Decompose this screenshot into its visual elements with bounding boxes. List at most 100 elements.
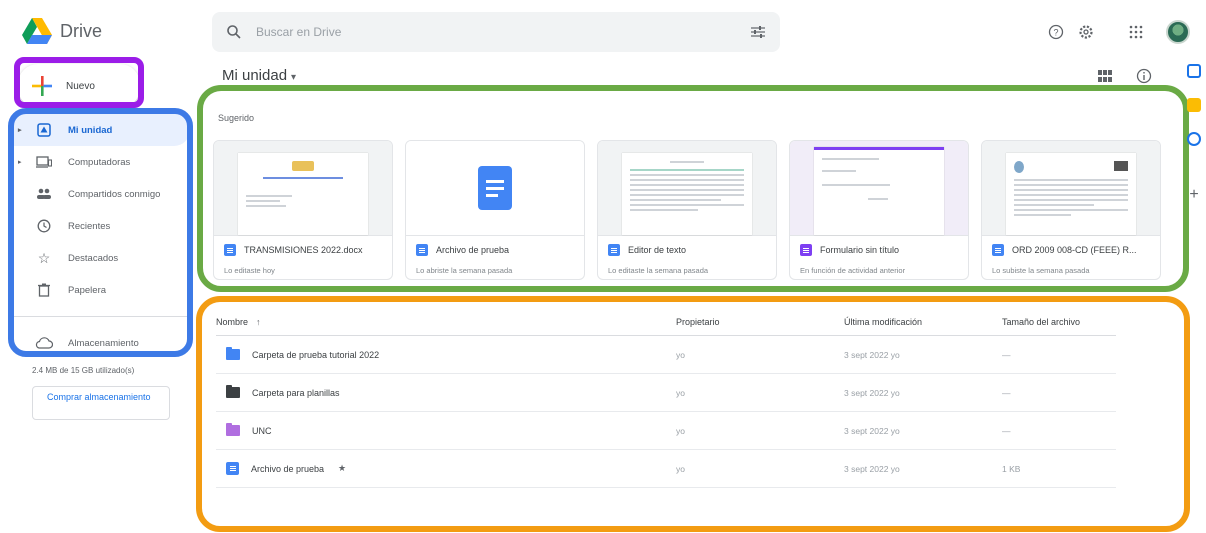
- sidebar-divider: [14, 316, 190, 317]
- folder-icon: [226, 385, 240, 398]
- file-list-header: Nombre ↑ Propietario Última modificación …: [216, 308, 1116, 336]
- view-controls: [1098, 68, 1152, 84]
- sidebar-item-label: Compartidos conmigo: [68, 188, 161, 200]
- sidebar-item-label: Recientes: [68, 220, 111, 232]
- suggested-card[interactable]: TRANSMISIONES 2022.docx Lo editaste hoy: [213, 140, 393, 280]
- sidebar-item-label: Almacenamiento: [68, 337, 139, 349]
- buy-storage-button[interactable]: Comprar almacenamiento: [32, 386, 170, 420]
- file-activity: Lo subiste la semana pasada: [992, 266, 1090, 275]
- info-icon[interactable]: [1136, 68, 1152, 84]
- file-modified: 3 sept 2022 yo: [844, 349, 900, 360]
- sidebar-item-shared[interactable]: Compartidos conmigo: [14, 178, 190, 210]
- sidebar-item-starred[interactable]: ☆ Destacados: [14, 242, 190, 274]
- account-avatar[interactable]: [1166, 20, 1190, 44]
- suggested-card[interactable]: Archivo de prueba Lo abriste la semana p…: [405, 140, 585, 280]
- sidebar-item-label: Destacados: [68, 252, 119, 264]
- help-icon[interactable]: ?: [1044, 20, 1068, 44]
- sidebar-item-label: Papelera: [68, 284, 107, 296]
- sidebar-nav: ▸ Mi unidad ▸ Computadoras Compartidos c…: [14, 112, 190, 359]
- docs-large-icon: [478, 166, 512, 210]
- page-title-text: Mi unidad: [222, 67, 288, 84]
- calendar-app-icon[interactable]: [1187, 64, 1201, 78]
- search-options-icon[interactable]: [750, 25, 766, 39]
- drive-logo-icon: [22, 18, 52, 44]
- table-row[interactable]: Carpeta para planillas yo 3 sept 2022 yo…: [216, 374, 1116, 412]
- file-list: Nombre ↑ Propietario Última modificación …: [216, 308, 1116, 488]
- file-name: Editor de texto: [628, 245, 687, 255]
- drive-logo[interactable]: Drive: [22, 18, 102, 44]
- file-modified: 3 sept 2022 yo: [844, 387, 900, 398]
- docs-file-icon: [224, 244, 236, 256]
- search-bar[interactable]: [212, 12, 780, 52]
- file-name: Formulario sin título: [820, 245, 900, 255]
- clock-icon: [34, 218, 54, 234]
- keep-app-icon[interactable]: [1187, 98, 1201, 112]
- svg-text:?: ?: [1053, 28, 1058, 38]
- plus-icon: [32, 76, 52, 96]
- apps-grid-icon[interactable]: [1124, 20, 1148, 44]
- tasks-app-icon[interactable]: [1187, 132, 1201, 146]
- table-row[interactable]: Carpeta de prueba tutorial 2022 yo 3 sep…: [216, 336, 1116, 374]
- file-name: ORD 2009 008-CD (FEEE) R...: [1012, 245, 1137, 255]
- suggested-cards: TRANSMISIONES 2022.docx Lo editaste hoy …: [213, 140, 1161, 280]
- new-button[interactable]: Nuevo: [18, 64, 140, 108]
- file-owner: yo: [676, 425, 685, 436]
- shared-folder-icon: [226, 347, 240, 360]
- column-size[interactable]: Tamaño del archivo: [1002, 317, 1116, 327]
- file-name: Archivo de prueba: [251, 463, 325, 474]
- column-header-label: Nombre: [216, 316, 249, 327]
- docs-file-icon: [992, 244, 1004, 256]
- cloud-icon: [34, 335, 54, 351]
- add-app-icon[interactable]: +: [1189, 186, 1198, 204]
- sidebar-item-storage[interactable]: Almacenamiento: [14, 327, 190, 359]
- file-size: —: [1002, 349, 1011, 360]
- shared-people-icon: [34, 186, 54, 202]
- sort-arrow-up-icon[interactable]: ↑: [256, 317, 261, 327]
- page-title[interactable]: Mi unidad ▾: [222, 67, 296, 84]
- file-thumbnail: [214, 141, 392, 236]
- suggested-heading: Sugerido: [218, 113, 255, 123]
- column-name[interactable]: Nombre ↑: [216, 317, 676, 327]
- column-owner[interactable]: Propietario: [676, 317, 844, 327]
- forms-file-icon: [800, 244, 812, 256]
- file-name: Carpeta de prueba tutorial 2022: [252, 349, 380, 360]
- sidebar-item-computers[interactable]: ▸ Computadoras: [14, 146, 190, 178]
- sidebar-item-label: Mi unidad: [68, 124, 113, 136]
- search-input[interactable]: [256, 25, 750, 39]
- file-activity: Lo editaste la semana pasada: [608, 266, 709, 275]
- folder-icon: [226, 423, 240, 436]
- table-row[interactable]: UNC yo 3 sept 2022 yo —: [216, 412, 1116, 450]
- table-row[interactable]: Archivo de prueba ★ yo 3 sept 2022 yo 1 …: [216, 450, 1116, 488]
- file-activity: En función de actividad anterior: [800, 266, 906, 275]
- file-thumbnail: [982, 141, 1160, 236]
- file-owner: yo: [676, 463, 685, 474]
- sidebar-item-my-drive[interactable]: ▸ Mi unidad: [14, 114, 190, 146]
- suggested-card[interactable]: Editor de texto Lo editaste la semana pa…: [597, 140, 777, 280]
- top-right-icons: ?: [1044, 20, 1190, 44]
- computer-icon: [34, 154, 54, 170]
- dropdown-caret-icon[interactable]: ▾: [291, 72, 296, 83]
- side-panel: +: [1182, 64, 1206, 204]
- settings-gear-icon[interactable]: [1074, 20, 1098, 44]
- suggested-card[interactable]: ORD 2009 008-CD (FEEE) R... Lo subiste l…: [981, 140, 1161, 280]
- column-modified[interactable]: Última modificación: [844, 317, 1002, 327]
- docs-file-icon: [608, 244, 620, 256]
- new-button-label: Nuevo: [66, 80, 95, 92]
- sidebar-item-trash[interactable]: Papelera: [14, 274, 190, 306]
- file-name: Archivo de prueba: [436, 245, 510, 255]
- my-drive-icon: [34, 122, 54, 138]
- star-outline-icon: ☆: [37, 249, 51, 266]
- suggested-card[interactable]: Formulario sin título En función de acti…: [789, 140, 969, 280]
- file-size: 1 KB: [1002, 463, 1021, 474]
- app-name: Drive: [60, 20, 103, 41]
- file-owner: yo: [676, 387, 685, 398]
- expand-arrow-icon[interactable]: ▸: [18, 126, 28, 134]
- search-icon[interactable]: [226, 24, 242, 40]
- expand-arrow-icon[interactable]: ▸: [18, 158, 28, 166]
- file-modified: 3 sept 2022 yo: [844, 463, 900, 474]
- grid-view-icon[interactable]: [1098, 70, 1112, 82]
- file-modified: 3 sept 2022 yo: [844, 425, 900, 436]
- file-owner: yo: [676, 349, 685, 360]
- docs-file-icon: [416, 244, 428, 256]
- sidebar-item-recent[interactable]: Recientes: [14, 210, 190, 242]
